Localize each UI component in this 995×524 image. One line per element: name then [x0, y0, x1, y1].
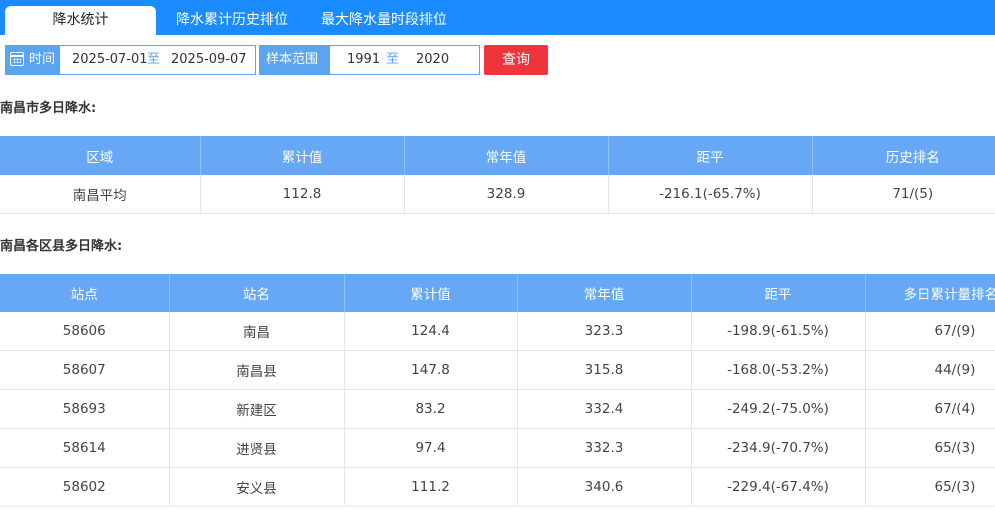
cell-history-rank: 71/(5) [812, 175, 995, 214]
col-header-region[interactable]: 区域 [0, 136, 201, 175]
table-row: 58614 进贤县 97.4 332.3 -234.9(-70.7%) 65/(… [0, 428, 995, 468]
cell-anomaly: -234.9(-70.7%) [691, 428, 866, 468]
tab-bar: 降水统计 降水累计历史排位 最大降水量时段排位 [0, 0, 995, 35]
year-start-input[interactable]: 1991 [347, 46, 380, 74]
cell-rank: 65/(3) [865, 467, 995, 507]
cell-anomaly: -198.9(-61.5%) [691, 312, 866, 351]
col-header-multi-day-rank[interactable]: 多日累计量排名 [865, 274, 995, 312]
table-header-row: 站点 站名 累计值 常年值 距平 多日累计量排名 [0, 274, 995, 312]
sample-label: 样本范围 [266, 52, 319, 67]
cell-station-name: 安义县 [169, 467, 345, 507]
col-header-station-name[interactable]: 站名 [169, 274, 345, 312]
time-label-box: 时间 [6, 46, 60, 74]
time-range-group: 时间 2025-07-01 至 2025-09-07 [5, 45, 256, 75]
county-precip-table: 站点 站名 累计值 常年值 距平 多日累计量排名 58606 南昌 124.4 … [0, 274, 995, 507]
cell-normal: 315.8 [517, 350, 692, 390]
date-start-input[interactable]: 2025-07-01 [72, 46, 148, 74]
cell-station-name: 新建区 [169, 389, 345, 429]
cell-anomaly: -229.4(-67.4%) [691, 467, 866, 507]
cell-rank: 67/(4) [865, 389, 995, 429]
table-row: 南昌平均 112.8 328.9 -216.1(-65.7%) 71/(5) [0, 175, 995, 214]
col-header-normal[interactable]: 常年值 [517, 274, 692, 312]
sample-label-box: 样本范围 [260, 46, 330, 74]
cell-accumulated: 147.8 [344, 350, 518, 390]
date-end-input[interactable]: 2025-09-07 [171, 46, 247, 74]
query-button[interactable]: 查询 [484, 45, 548, 75]
cell-normal: 332.3 [517, 428, 692, 468]
section-title-counties: 南昌各区县多日降水: [0, 239, 123, 254]
sample-range-group: 样本范围 1991 至 2020 [259, 45, 480, 75]
cell-region: 南昌平均 [0, 175, 201, 214]
col-header-accumulated[interactable]: 累计值 [200, 136, 405, 175]
col-header-normal[interactable]: 常年值 [404, 136, 609, 175]
cell-accumulated: 112.8 [200, 175, 405, 214]
tab-precip-history-rank[interactable]: 降水累计历史排位 [176, 6, 288, 35]
cell-anomaly: -216.1(-65.7%) [608, 175, 813, 214]
cell-station: 58693 [0, 389, 170, 429]
cell-accumulated: 83.2 [344, 389, 518, 429]
cell-rank: 67/(9) [865, 312, 995, 351]
table-row: 58607 南昌县 147.8 315.8 -168.0(-53.2%) 44/… [0, 350, 995, 390]
table-header-row: 区域 累计值 常年值 距平 历史排名 [0, 136, 995, 175]
cell-station-name: 南昌 [169, 312, 345, 351]
cell-normal: 332.4 [517, 389, 692, 429]
section-title-city: 南昌市多日降水: [0, 101, 97, 116]
cell-station: 58614 [0, 428, 170, 468]
cell-accumulated: 97.4 [344, 428, 518, 468]
col-header-anomaly[interactable]: 距平 [691, 274, 866, 312]
cell-accumulated: 111.2 [344, 467, 518, 507]
city-precip-table: 区域 累计值 常年值 距平 历史排名 南昌平均 112.8 328.9 -216… [0, 136, 995, 214]
col-header-history-rank[interactable]: 历史排名 [812, 136, 995, 175]
cell-station: 58602 [0, 467, 170, 507]
cell-anomaly: -249.2(-75.0%) [691, 389, 866, 429]
cell-rank: 44/(9) [865, 350, 995, 390]
table-row: 58602 安义县 111.2 340.6 -229.4(-67.4%) 65/… [0, 467, 995, 507]
col-header-accumulated[interactable]: 累计值 [344, 274, 518, 312]
cell-station-name: 进贤县 [169, 428, 345, 468]
bottom-divider [0, 505, 995, 509]
cell-station-name: 南昌县 [169, 350, 345, 390]
cell-normal: 328.9 [404, 175, 609, 214]
table-row: 58693 新建区 83.2 332.4 -249.2(-75.0%) 67/(… [0, 389, 995, 429]
tab-max-precip-period-rank[interactable]: 最大降水量时段排位 [321, 6, 447, 35]
time-label: 时间 [29, 52, 56, 67]
table-row: 58606 南昌 124.4 323.3 -198.9(-61.5%) 67/(… [0, 312, 995, 351]
tab-precip-stats[interactable]: 降水统计 [5, 6, 156, 35]
cell-rank: 65/(3) [865, 428, 995, 468]
cell-station: 58607 [0, 350, 170, 390]
cell-normal: 340.6 [517, 467, 692, 507]
year-separator: 至 [386, 52, 400, 67]
col-header-station[interactable]: 站点 [0, 274, 170, 312]
cell-anomaly: -168.0(-53.2%) [691, 350, 866, 390]
col-header-anomaly[interactable]: 距平 [608, 136, 813, 175]
cell-accumulated: 124.4 [344, 312, 518, 351]
date-separator: 至 [147, 52, 161, 67]
year-end-input[interactable]: 2020 [416, 46, 449, 74]
cell-normal: 323.3 [517, 312, 692, 351]
cell-station: 58606 [0, 312, 170, 351]
calendar-icon [10, 52, 24, 66]
